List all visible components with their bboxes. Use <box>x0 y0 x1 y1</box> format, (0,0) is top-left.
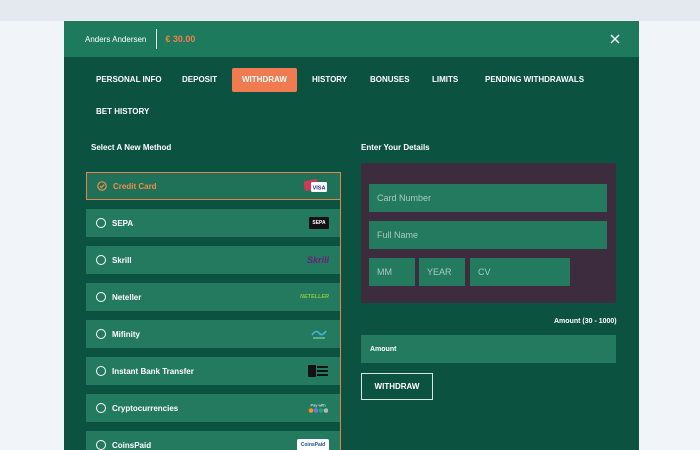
account-modal: Anders Andersen € 30.00 PERSONAL INFO DE… <box>64 21 639 450</box>
mifinity-logo <box>309 326 329 342</box>
amount-label: Amount <box>370 345 397 353</box>
header-divider <box>156 29 158 49</box>
method-label: Cryptocurrencies <box>112 403 179 413</box>
neteller-logo-text: NETELLER <box>299 294 329 300</box>
method-label: SEPA <box>112 218 134 228</box>
details-title: Enter Your Details <box>361 143 430 152</box>
crypto-logo: Pay with <box>307 403 329 414</box>
method-label: Credit Card <box>113 181 157 191</box>
cvv-input[interactable] <box>470 258 570 286</box>
tab-withdraw[interactable]: WITHDRAW <box>232 68 297 92</box>
coinspaid-logo: CoinsPaid <box>297 439 329 450</box>
sepa-logo: SEPA <box>309 217 329 229</box>
skrill-logo: Skrill <box>307 255 329 265</box>
sepa-logo-text: SEPA <box>312 220 326 226</box>
tab-bonuses[interactable]: BONUSES <box>360 68 420 92</box>
card-number-input[interactable] <box>369 184 607 212</box>
coinspaid-logo-text: CoinsPaid <box>300 442 326 448</box>
tab-bet-history[interactable]: BET HISTORY <box>86 100 159 124</box>
check-circle-icon <box>97 181 107 191</box>
method-neteller[interactable]: Neteller NETELLER <box>86 283 341 311</box>
tab-limits[interactable]: LIMITS <box>422 68 468 92</box>
amount-input[interactable]: Amount <box>361 335 616 363</box>
skrill-logo-text: Skrill <box>306 255 329 265</box>
method-skrill[interactable]: Skrill Skrill <box>86 246 341 274</box>
amount-range-label: Amount (30 - 1000) <box>554 318 617 325</box>
close-icon[interactable] <box>608 32 622 46</box>
radio-icon <box>96 440 106 450</box>
method-label: Instant Bank Transfer <box>112 366 194 376</box>
expiry-month-input[interactable] <box>369 258 415 286</box>
method-sepa[interactable]: SEPA SEPA <box>86 209 341 237</box>
modal-header: Anders Andersen € 30.00 <box>64 21 639 57</box>
method-credit-card[interactable]: Credit Card VISA <box>86 172 341 200</box>
radio-icon <box>96 403 106 413</box>
methods-title: Select A New Method <box>91 143 172 152</box>
direct-bank-logo <box>307 363 329 379</box>
radio-icon <box>96 329 106 339</box>
page-top-strip <box>0 0 700 21</box>
method-cryptocurrencies[interactable]: Cryptocurrencies Pay with <box>86 394 341 422</box>
visa-logo-text: VISA <box>313 186 326 192</box>
radio-icon <box>96 255 106 265</box>
radio-icon <box>96 218 106 228</box>
tab-personal-info[interactable]: PERSONAL INFO <box>86 68 172 92</box>
radio-icon <box>96 366 106 376</box>
list-scroll-indicator <box>340 172 341 450</box>
visa-logo: VISA <box>304 179 328 193</box>
tab-deposit[interactable]: DEPOSIT <box>172 68 227 92</box>
tab-history[interactable]: HISTORY <box>302 68 357 92</box>
expiry-year-input[interactable] <box>419 258 465 286</box>
method-instant-bank-transfer[interactable]: Instant Bank Transfer <box>86 357 341 385</box>
user-name: Anders Andersen <box>85 34 147 44</box>
method-coinspaid[interactable]: CoinsPaid CoinsPaid <box>86 431 341 450</box>
withdraw-button[interactable]: WITHDRAW <box>361 373 433 400</box>
tab-pending-withdrawals[interactable]: PENDING WITHDRAWALS <box>475 68 594 92</box>
neteller-logo: NETELLER <box>300 294 329 300</box>
radio-icon <box>96 292 106 302</box>
method-label: Neteller <box>112 292 142 302</box>
method-mifinity[interactable]: Mifinity <box>86 320 341 348</box>
method-label: Skrill <box>112 255 132 265</box>
balance: € 30.00 <box>165 34 196 44</box>
full-name-input[interactable] <box>369 221 607 249</box>
method-label: CoinsPaid <box>112 440 152 450</box>
method-label: Mifinity <box>112 329 140 339</box>
